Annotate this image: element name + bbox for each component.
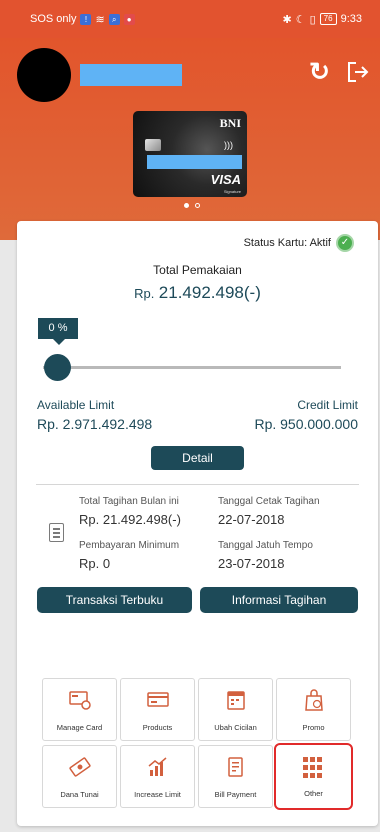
min-payment-label: Pembayaran Minimum [79, 540, 180, 551]
credit-limit-label: Credit Limit [297, 398, 358, 412]
avatar[interactable] [17, 48, 71, 102]
menu-bill-payment[interactable]: Bill Payment [198, 745, 273, 808]
card-chip [145, 139, 161, 151]
vibrate-icon: ▯ [309, 13, 316, 26]
due-date-value: 23-07-2018 [218, 556, 285, 571]
status-right: ✱ ☾ ▯ 76 9:33 [283, 13, 362, 26]
menu-label: Products [142, 723, 173, 732]
menu-increase-limit[interactable]: Increase Limit [120, 745, 195, 808]
carousel-dot-2[interactable] [195, 203, 200, 208]
grid-icon [303, 757, 327, 779]
credit-limit-value: Rp. 950.000.000 [254, 416, 358, 432]
check-icon: ✓ [336, 234, 354, 252]
network-status: SOS only [30, 13, 77, 25]
username-redacted [80, 64, 182, 86]
products-icon [147, 692, 169, 707]
cardholder-redacted [147, 155, 242, 169]
cash-icon [69, 757, 91, 777]
location-notification-icon: ● [123, 13, 135, 25]
menu-dana-tunai[interactable]: Dana Tunai [42, 745, 117, 808]
print-date-value: 22-07-2018 [218, 512, 285, 527]
logout-icon[interactable] [346, 60, 370, 89]
notification-icon: ! [80, 13, 92, 25]
available-limit-value: Rp. 2.971.492.498 [37, 416, 153, 432]
carousel-dot-1[interactable] [184, 203, 189, 208]
battery-icon: 76 [319, 13, 337, 25]
unbilled-transactions-button[interactable]: Transaksi Terbuku [37, 587, 192, 613]
search-notification-icon: ⌕ [108, 13, 120, 25]
divider [36, 484, 359, 485]
due-date-label: Tanggal Jatuh Tempo [218, 540, 313, 551]
growth-chart-icon [148, 757, 167, 776]
card-status: Status Kartu: Aktif ✓ [244, 234, 354, 252]
carousel-dots [184, 203, 200, 208]
menu-label: Bill Payment [214, 790, 257, 799]
manage-card-icon [69, 691, 91, 710]
calendar-icon [227, 691, 245, 710]
usage-slider-thumb [44, 354, 71, 381]
card-status-label: Status Kartu: Aktif [243, 237, 331, 249]
menu-label: Ubah Cicilan [214, 723, 257, 732]
header: ↻ BNI ))) VISA Signature [0, 38, 380, 240]
bill-total-value: Rp. 21.492.498(-) [79, 512, 181, 527]
credit-card-image[interactable]: BNI ))) VISA Signature [133, 111, 247, 197]
menu-promo[interactable]: Promo [276, 678, 351, 741]
detail-button[interactable]: Detail [151, 446, 244, 470]
menu-label: Promo [302, 723, 325, 732]
card-network-logo: VISA [210, 172, 241, 187]
print-date-label: Tanggal Cetak Tagihan [218, 496, 320, 507]
card-tier: Signature [223, 189, 241, 194]
status-left: SOS only ! ≋ ⌕ ● [30, 13, 135, 26]
menu-products[interactable]: Products [120, 678, 195, 741]
card-bank-logo: BNI [219, 116, 241, 130]
total-usage-value: 21.492.498(-) [158, 283, 261, 302]
min-payment-value: Rp. 0 [79, 556, 111, 571]
menu-other[interactable]: Other [274, 743, 353, 810]
menu-label: Dana Tunai [60, 790, 99, 799]
bill-icon [228, 757, 243, 777]
clock: 9:33 [340, 13, 362, 25]
bill-total-label: Total Tagihan Bulan ini [79, 496, 179, 507]
refresh-icon[interactable]: ↻ [309, 60, 330, 85]
menu-label: Manage Card [56, 723, 103, 732]
wifi-icon: ≋ [95, 13, 105, 26]
bill-info-button[interactable]: Informasi Tagihan [200, 587, 358, 613]
bluetooth-icon: ✱ [282, 13, 292, 26]
menu-manage-card[interactable]: Manage Card [42, 678, 117, 741]
menu-label: Other [304, 789, 323, 798]
total-usage-amount: Rp. 21.492.498(-) [17, 283, 378, 303]
menu-label: Increase Limit [134, 790, 181, 799]
usage-slider-track [43, 366, 341, 369]
available-limit-label: Available Limit [37, 398, 115, 412]
card-summary-panel: Status Kartu: Aktif ✓ Total Pemakaian Rp… [17, 221, 378, 826]
document-icon [49, 523, 64, 542]
shopping-bag-icon [305, 689, 323, 711]
usage-percent-badge: 0 % [38, 318, 78, 345]
menu-ubah-cicilan[interactable]: Ubah Cicilan [198, 678, 273, 741]
total-usage-label: Total Pemakaian [153, 263, 242, 277]
moon-icon: ☾ [295, 13, 306, 26]
contactless-icon: ))) [224, 140, 233, 150]
currency-label: Rp. [134, 286, 155, 301]
status-bar: SOS only ! ≋ ⌕ ● ✱ ☾ ▯ 76 9:33 [0, 0, 380, 38]
